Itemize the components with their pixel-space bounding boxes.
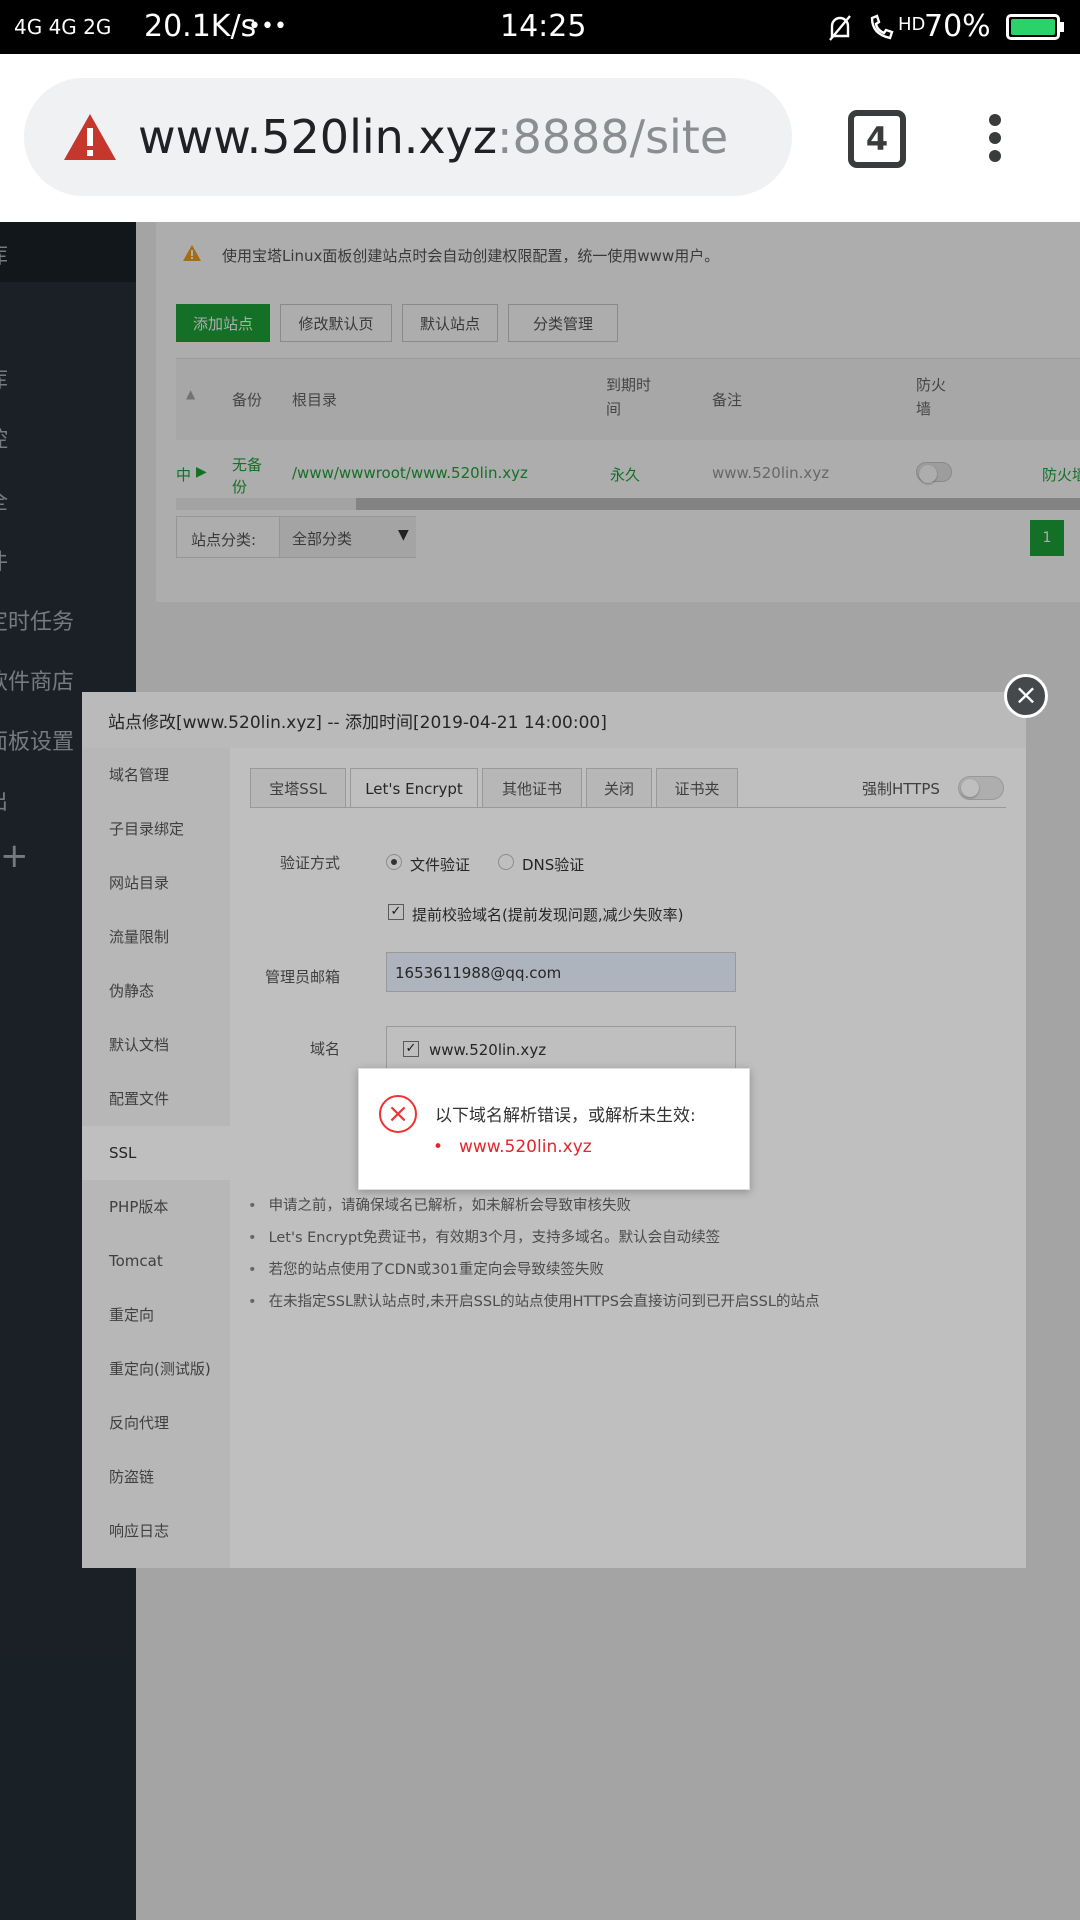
wifi-call-icon — [870, 14, 894, 40]
error-message-box: × 以下域名解析错误，或解析未生效: www.520lin.xyz — [358, 1068, 750, 1190]
network-speed: 20.1K/s — [144, 9, 257, 44]
network-indicator: 4G 4G 2G — [14, 15, 112, 39]
battery-percent: 70% — [924, 9, 991, 44]
clock: 14:25 — [500, 9, 587, 44]
url-text[interactable]: www.520lin.xyz:8888/site — [138, 108, 728, 166]
mute-bell-icon — [829, 15, 851, 41]
battery-icon — [1006, 14, 1064, 40]
hd-indicator: HD — [898, 14, 926, 35]
error-message: 以下域名解析错误，或解析未生效: — [435, 1106, 696, 1126]
vertical-dots-icon[interactable] — [988, 114, 1002, 162]
error-domain: www.520lin.xyz — [433, 1137, 592, 1157]
close-icon[interactable]: × — [1004, 674, 1048, 718]
status-bar: 4G 4G 2G 20.1K/s ••• 14:25 HD 70% — [0, 0, 1080, 54]
browser-toolbar: www.520lin.xyz:8888/site 4 — [0, 54, 1080, 222]
error-x-icon: × — [379, 1095, 417, 1133]
tab-switcher-button[interactable]: 4 — [848, 110, 906, 168]
warning-triangle-icon[interactable] — [62, 112, 118, 162]
more-dots-icon: ••• — [248, 14, 287, 39]
address-bar[interactable]: www.520lin.xyz:8888/site — [24, 78, 792, 196]
